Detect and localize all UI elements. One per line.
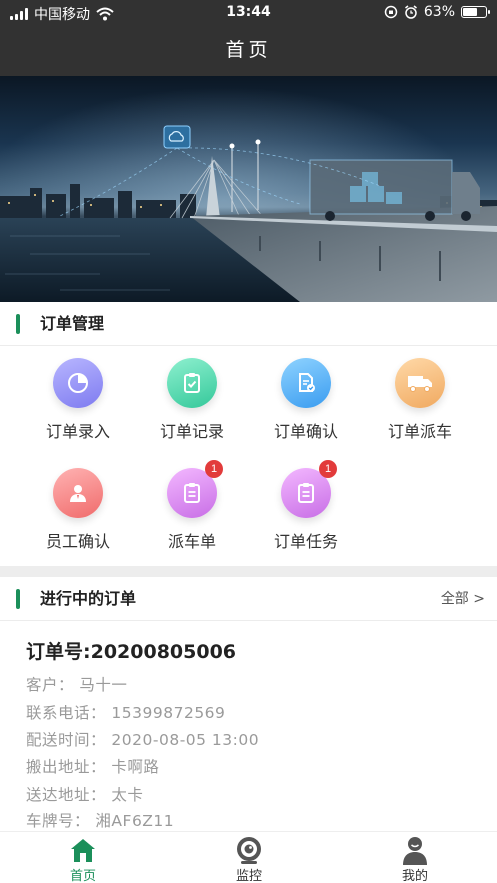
document-check-icon	[281, 358, 331, 408]
menu-label: 订单记录	[159, 422, 224, 441]
order-delivery-time: 配送时间： 2020-08-05 13:00	[26, 731, 260, 749]
rotation-lock-icon	[384, 5, 398, 19]
section-accent-bar	[16, 589, 20, 609]
menu-label: 订单派车	[387, 422, 452, 441]
menu-order-tasks[interactable]: 1 订单任务	[246, 456, 366, 556]
ongoing-orders-header: 进行中的订单 全部 >	[0, 577, 497, 621]
user-icon	[400, 835, 430, 865]
tab-home[interactable]: 首页	[0, 832, 166, 883]
clipboard-list-icon: 1	[167, 460, 223, 518]
menu-label: 订单确认	[273, 422, 338, 441]
menu-label: 订单录入	[45, 422, 110, 441]
order-pickup-address: 搬出地址： 卡啊路	[26, 758, 160, 776]
menu-label: 订单任务	[273, 532, 338, 551]
tab-monitor[interactable]: 监控	[166, 832, 332, 883]
tab-mine[interactable]: 我的	[332, 832, 497, 883]
pie-chart-icon	[53, 358, 103, 408]
menu-dispatch-sheet[interactable]: 1 派车单	[132, 456, 252, 556]
banner-image[interactable]	[0, 76, 497, 302]
nav-bar: 首页	[0, 26, 497, 76]
order-plate: 车牌号： 湘AF6Z11	[26, 812, 175, 830]
home-icon	[68, 835, 98, 865]
tab-label: 监控	[235, 869, 262, 883]
tab-bar: 首页 监控 我的	[0, 831, 497, 883]
menu-order-entry[interactable]: 订单录入	[18, 346, 138, 446]
status-bar: 中国移动 13:44 63%	[0, 0, 497, 26]
section-title: 订单管理	[40, 314, 105, 333]
menu-staff-confirm[interactable]: 员工确认	[18, 456, 138, 556]
order-management-header: 订单管理	[0, 302, 497, 346]
notification-badge: 1	[319, 460, 337, 478]
section-title: 进行中的订单	[40, 589, 137, 608]
page-title: 首页	[225, 39, 272, 61]
notification-badge: 1	[205, 460, 223, 478]
menu-order-dispatch[interactable]: 订单派车	[360, 346, 480, 446]
battery-percent: 63%	[423, 4, 455, 20]
order-delivery-address: 送达地址： 太卡	[26, 786, 144, 804]
alarm-icon	[404, 5, 417, 19]
menu-label: 员工确认	[45, 532, 110, 551]
order-customer: 客户： 马十一	[26, 676, 128, 694]
battery-icon	[461, 6, 490, 18]
menu-label: 派车单	[167, 532, 216, 551]
tab-label: 我的	[401, 869, 428, 883]
city-bridge-illustration	[0, 76, 497, 302]
tab-label: 首页	[69, 869, 96, 883]
order-management-grid: 订单录入 订单记录 订单确认 订单派车 员工确认 1 派车单 1 订单任务	[0, 346, 497, 566]
order-phone: 联系电话： 15399872569	[26, 704, 226, 722]
view-all-link[interactable]: 全部 >	[441, 577, 485, 621]
person-icon	[53, 468, 103, 518]
clipboard-list-icon: 1	[281, 460, 337, 518]
order-number: 订单号:20200805006	[26, 641, 237, 663]
menu-order-records[interactable]: 订单记录	[132, 346, 252, 446]
section-accent-bar	[16, 314, 20, 334]
truck-icon	[395, 358, 445, 408]
camera-icon	[234, 835, 264, 865]
menu-order-confirm[interactable]: 订单确认	[246, 346, 366, 446]
order-card[interactable]: 订单号:20200805006 客户： 马十一 联系电话： 1539987256…	[0, 621, 497, 831]
clipboard-check-icon	[167, 358, 217, 408]
